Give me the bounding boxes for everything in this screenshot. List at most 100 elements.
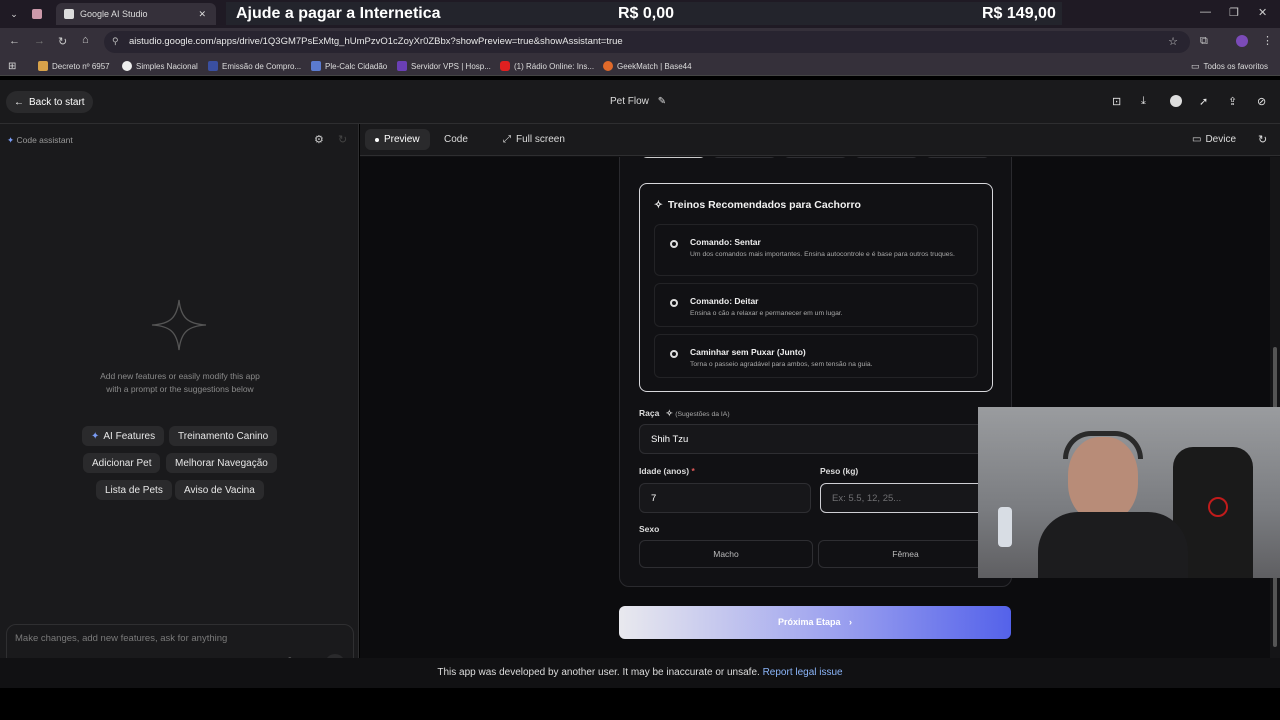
- sparkles-icon: ✧: [665, 408, 673, 418]
- save-drive-icon[interactable]: ⊡: [1112, 95, 1121, 108]
- assistant-hint: Add new features or easily modify this a…: [100, 371, 260, 395]
- preview-toolbar: Preview Code ⤢ Full screen ▭ Device ↻: [360, 124, 1280, 156]
- target-icon: [670, 240, 678, 248]
- sexo-femea-button[interactable]: Fêmea: [818, 540, 993, 568]
- device-button[interactable]: ▭ Device: [1192, 134, 1236, 145]
- bookmark-favicon-icon: [122, 61, 132, 71]
- deploy-rocket-icon[interactable]: ➚: [1199, 95, 1208, 108]
- tab-list-chevron-icon[interactable]: ⌄: [6, 3, 22, 25]
- site-info-icon[interactable]: ⚲: [112, 36, 119, 47]
- active-dot-icon: [375, 137, 379, 142]
- edit-pencil-icon[interactable]: ✎: [658, 96, 666, 107]
- settings-gear-icon[interactable]: ⚙: [314, 133, 324, 146]
- youtube-icon: [500, 61, 510, 71]
- treinos-title: ✧ Treinos Recomendados para Cachorro: [654, 199, 861, 211]
- raca-input[interactable]: Shih Tzu: [639, 424, 993, 454]
- target-icon: [670, 350, 678, 358]
- forward-arrow-icon[interactable]: →: [34, 35, 45, 47]
- bookmark-favicon-icon: [397, 61, 407, 71]
- raca-label: Raça ✧ (Sugestões da IA): [639, 408, 730, 418]
- browser-tab-bar: ⌄ Google AI Studio ✕ Ajude a pagar a Int…: [0, 0, 1280, 28]
- option-button[interactable]: [712, 157, 777, 158]
- bookmark-item[interactable]: Decreto nº 6957: [38, 61, 110, 71]
- folder-icon: ▭: [1191, 61, 1200, 71]
- option-button[interactable]: [783, 157, 848, 158]
- chevron-right-icon: ›: [849, 617, 853, 627]
- person-shirt-shape: [1038, 512, 1188, 578]
- banner-text: Ajude a pagar a Internetica: [236, 5, 441, 22]
- bookmark-item[interactable]: Simples Nacional: [122, 61, 198, 71]
- arrow-left-icon: ←: [14, 96, 24, 108]
- option-button[interactable]: [854, 157, 919, 158]
- reset-icon[interactable]: ↻: [338, 133, 347, 146]
- github-icon[interactable]: [1170, 95, 1182, 107]
- back-to-start-button[interactable]: ← Back to start: [6, 91, 93, 113]
- code-assistant-label: ✦ Code assistant: [7, 135, 73, 145]
- chip-lista-de-pets[interactable]: Lista de Pets: [96, 480, 172, 500]
- close-window-icon[interactable]: ✕: [1258, 6, 1267, 19]
- back-arrow-icon[interactable]: ←: [9, 35, 20, 47]
- hide-panel-icon[interactable]: ⊘: [1257, 95, 1266, 108]
- url-field[interactable]: ⚲ aistudio.google.com/apps/drive/1Q3GM7P…: [104, 31, 1190, 53]
- peso-label: Peso (kg): [820, 466, 859, 476]
- bookmark-item[interactable]: (1) Rádio Online: Ins...: [500, 61, 594, 71]
- bookmark-favicon-icon: [603, 61, 613, 71]
- chair-logo-shape: [1208, 497, 1228, 517]
- sparkle-icon: ✦: [91, 430, 100, 442]
- app-title: Pet Flow ✎: [610, 96, 667, 107]
- tab-close-icon[interactable]: ✕: [198, 9, 206, 20]
- profile-avatar[interactable]: [1236, 35, 1248, 47]
- chip-melhorar-navegacao[interactable]: Melhorar Navegação: [166, 453, 277, 473]
- app-header: ← Back to start Pet Flow ✎ ⊡ ⤓ ➚ ⇪ ⊘: [0, 80, 1280, 124]
- tab-google-ai-studio[interactable]: Google AI Studio ✕: [56, 3, 216, 25]
- bookmark-item[interactable]: Ple-Calc Cidadão: [311, 61, 387, 71]
- minimize-icon[interactable]: —: [1200, 6, 1211, 18]
- fullscreen-button[interactable]: ⤢ Full screen: [503, 134, 565, 145]
- extensions-icon[interactable]: ⧉: [1200, 35, 1208, 48]
- address-bar-row: ← → ↻ ⌂ ⚲ aistudio.google.com/apps/drive…: [0, 28, 1280, 56]
- browser-menu-icon[interactable]: ⋮: [1262, 34, 1273, 47]
- share-icon[interactable]: ⇪: [1228, 95, 1237, 108]
- sparkle-icon: ✦: [7, 135, 15, 145]
- apps-grid-icon[interactable]: ⊞: [8, 61, 16, 72]
- treinos-recomendados-box: ✧ Treinos Recomendados para Cachorro Com…: [639, 183, 993, 392]
- tab-favicon-icon[interactable]: [32, 3, 42, 25]
- bookmark-favicon-icon: [208, 61, 218, 71]
- bookmark-item[interactable]: Servidor VPS | Hosp...: [397, 61, 491, 71]
- treino-item[interactable]: Comando: Deitar Ensina o cão a relaxar e…: [654, 283, 978, 327]
- report-legal-issue-link[interactable]: Report legal issue: [763, 667, 843, 678]
- reload-icon[interactable]: ↻: [58, 35, 67, 48]
- bookmarks-folder[interactable]: ▭ Todos os favoritos: [1191, 61, 1268, 72]
- refresh-preview-icon[interactable]: ↻: [1258, 133, 1267, 146]
- maximize-icon[interactable]: ❐: [1229, 6, 1239, 19]
- chip-treinamento-canino[interactable]: Treinamento Canino: [169, 426, 278, 446]
- monitor-icon: ▭: [1192, 134, 1202, 145]
- bookmark-item[interactable]: GeekMatch | Base44: [603, 61, 692, 71]
- tab-preview[interactable]: Preview: [365, 129, 430, 150]
- headphones-shape: [1063, 431, 1143, 459]
- peso-input[interactable]: Ex: 5.5, 12, 25...: [820, 483, 993, 513]
- proxima-etapa-button[interactable]: Próxima Etapa ›: [619, 606, 1011, 639]
- tab-favicon-icon: [64, 9, 74, 19]
- target-icon: [670, 299, 678, 307]
- chip-adicionar-pet[interactable]: Adicionar Pet: [83, 453, 161, 473]
- chip-aviso-de-vacina[interactable]: Aviso de Vacina: [175, 480, 264, 500]
- water-bottle-shape: [998, 507, 1012, 547]
- treino-item[interactable]: Comando: Sentar Um dos comandos mais imp…: [654, 224, 978, 276]
- bookmark-item[interactable]: Emissão de Compro...: [208, 61, 301, 71]
- idade-input[interactable]: 7: [639, 483, 811, 513]
- bookmark-star-icon[interactable]: ☆: [1168, 35, 1178, 48]
- option-button[interactable]: [925, 157, 990, 158]
- banner-current-amount: R$ 0,00: [618, 5, 675, 22]
- sexo-macho-button[interactable]: Macho: [639, 540, 813, 568]
- pet-form-card: ✧ Treinos Recomendados para Cachorro Com…: [619, 157, 1012, 587]
- expand-icon: ⤢: [503, 134, 511, 145]
- treino-item[interactable]: Caminhar sem Puxar (Junto) Torna o passe…: [654, 334, 978, 378]
- download-icon[interactable]: ⤓: [1141, 95, 1146, 108]
- footer-notice: This app was developed by another user. …: [0, 658, 1280, 688]
- chip-ai-features[interactable]: ✦ AI Features: [82, 426, 165, 446]
- idade-label: Idade (anos) *: [639, 466, 695, 476]
- home-icon[interactable]: ⌂: [82, 34, 89, 46]
- tab-code[interactable]: Code: [444, 134, 468, 145]
- option-button[interactable]: [641, 157, 706, 158]
